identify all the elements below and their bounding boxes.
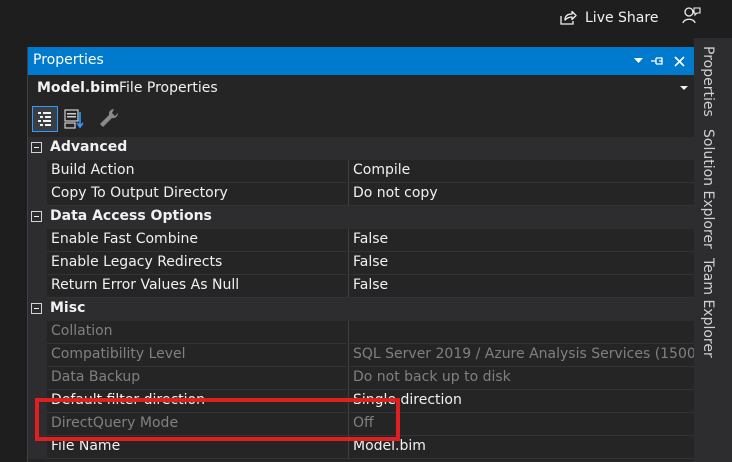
property-row[interactable]: Collation bbox=[28, 321, 695, 344]
categorized-icon bbox=[38, 112, 51, 126]
property-value[interactable]: Off bbox=[353, 415, 374, 431]
category-row[interactable]: Misc bbox=[28, 298, 695, 321]
property-row[interactable]: Default filter direction Single direction bbox=[28, 390, 695, 413]
panel-title-bar: Properties bbox=[28, 47, 695, 75]
property-name: Collation bbox=[51, 323, 113, 339]
collapse-icon[interactable] bbox=[31, 211, 42, 222]
property-value[interactable]: Compile bbox=[353, 162, 410, 178]
object-type: File Properties bbox=[119, 80, 218, 96]
alphabetical-button[interactable] bbox=[62, 106, 88, 132]
property-value[interactable]: False bbox=[353, 254, 388, 270]
chevron-down-icon[interactable] bbox=[680, 86, 688, 90]
column-divider[interactable] bbox=[348, 160, 349, 183]
column-divider[interactable] bbox=[348, 275, 349, 298]
property-value[interactable]: Model.bim bbox=[353, 438, 426, 454]
top-bar: Live Share bbox=[0, 0, 732, 38]
property-name: Build Action bbox=[51, 162, 135, 178]
object-name: Model.bim bbox=[37, 80, 120, 96]
property-grid: Advanced Build Action Compile Copy To Outpu… bbox=[28, 137, 695, 459]
property-value[interactable]: SQL Server 2019 / Azure Analysis Service… bbox=[353, 346, 695, 362]
row-gutter bbox=[28, 436, 47, 459]
property-row[interactable]: DirectQuery Mode Off bbox=[28, 413, 695, 436]
property-value[interactable]: False bbox=[353, 277, 388, 293]
row-gutter bbox=[28, 344, 47, 367]
panel-title: Properties bbox=[33, 52, 104, 68]
pin-icon[interactable] bbox=[650, 52, 666, 70]
category-name: Data Access Options bbox=[50, 208, 212, 224]
row-divider bbox=[47, 458, 695, 459]
property-row[interactable]: Compatibility Level SQL Server 2019 / Azu… bbox=[28, 344, 695, 367]
alphabetical-icon bbox=[64, 109, 84, 129]
category-name: Advanced bbox=[50, 139, 128, 155]
wrench-icon bbox=[100, 108, 119, 127]
property-name: File Name bbox=[51, 438, 121, 454]
property-name: Compatibility Level bbox=[51, 346, 186, 362]
row-gutter bbox=[28, 413, 47, 436]
close-icon[interactable] bbox=[671, 52, 687, 70]
row-gutter bbox=[28, 367, 47, 390]
property-pages-button[interactable] bbox=[96, 106, 122, 132]
window-position-dropdown-icon[interactable] bbox=[630, 52, 646, 70]
row-gutter bbox=[28, 390, 47, 413]
row-gutter bbox=[28, 229, 47, 252]
category-row[interactable]: Advanced bbox=[28, 137, 695, 160]
column-divider[interactable] bbox=[348, 252, 349, 275]
row-gutter bbox=[28, 160, 47, 183]
row-gutter bbox=[28, 321, 47, 344]
column-divider[interactable] bbox=[348, 321, 349, 344]
dock-tab-team-explorer[interactable]: Team Explorer bbox=[694, 258, 716, 358]
column-divider[interactable] bbox=[348, 413, 349, 436]
property-name: DirectQuery Mode bbox=[51, 415, 179, 431]
property-name: Enable Legacy Redirects bbox=[51, 254, 223, 270]
row-gutter bbox=[28, 252, 47, 275]
column-divider[interactable] bbox=[348, 390, 349, 413]
category-row[interactable]: Data Access Options bbox=[28, 206, 695, 229]
property-value[interactable]: Single direction bbox=[353, 392, 462, 408]
object-selector[interactable]: Model.bim File Properties bbox=[28, 75, 695, 101]
properties-toolbar bbox=[28, 103, 695, 135]
right-dock: Properties Solution Explorer Team Explor… bbox=[694, 38, 732, 462]
property-name: Return Error Values As Null bbox=[51, 277, 240, 293]
column-divider[interactable] bbox=[348, 367, 349, 390]
property-name: Data Backup bbox=[51, 369, 141, 385]
property-name: Default filter direction bbox=[51, 392, 205, 408]
collapse-icon[interactable] bbox=[31, 303, 42, 314]
property-row[interactable]: Build Action Compile bbox=[28, 160, 695, 183]
feedback-icon[interactable] bbox=[681, 6, 701, 26]
row-gutter bbox=[28, 183, 47, 206]
row-gutter bbox=[28, 275, 47, 298]
property-row[interactable]: Enable Fast Combine False bbox=[28, 229, 695, 252]
property-row[interactable]: File Name Model.bim bbox=[28, 436, 695, 459]
column-divider[interactable] bbox=[348, 344, 349, 367]
property-name: Enable Fast Combine bbox=[51, 231, 198, 247]
property-name: Copy To Output Directory bbox=[51, 185, 228, 201]
property-value[interactable]: Do not back up to disk bbox=[353, 369, 511, 385]
column-divider[interactable] bbox=[348, 436, 349, 459]
dock-tab-properties[interactable]: Properties bbox=[694, 46, 716, 117]
property-value[interactable]: False bbox=[353, 231, 388, 247]
column-divider[interactable] bbox=[348, 183, 349, 206]
property-row[interactable]: Data Backup Do not back up to disk bbox=[28, 367, 695, 390]
dock-tab-solution-explorer[interactable]: Solution Explorer bbox=[694, 129, 716, 249]
property-value[interactable]: Do not copy bbox=[353, 185, 438, 201]
property-row[interactable]: Return Error Values As Null False bbox=[28, 275, 695, 298]
column-divider[interactable] bbox=[348, 229, 349, 252]
live-share-label: Live Share bbox=[585, 10, 659, 26]
property-row[interactable]: Copy To Output Directory Do not copy bbox=[28, 183, 695, 206]
collapse-icon[interactable] bbox=[31, 142, 42, 153]
live-share-icon bbox=[559, 10, 577, 26]
properties-panel: Properties Model.bim File Properties Adv… bbox=[27, 47, 695, 462]
live-share-button[interactable]: Live Share bbox=[559, 8, 658, 28]
categorized-button[interactable] bbox=[32, 106, 58, 132]
category-name: Misc bbox=[50, 300, 86, 316]
property-row[interactable]: Enable Legacy Redirects False bbox=[28, 252, 695, 275]
